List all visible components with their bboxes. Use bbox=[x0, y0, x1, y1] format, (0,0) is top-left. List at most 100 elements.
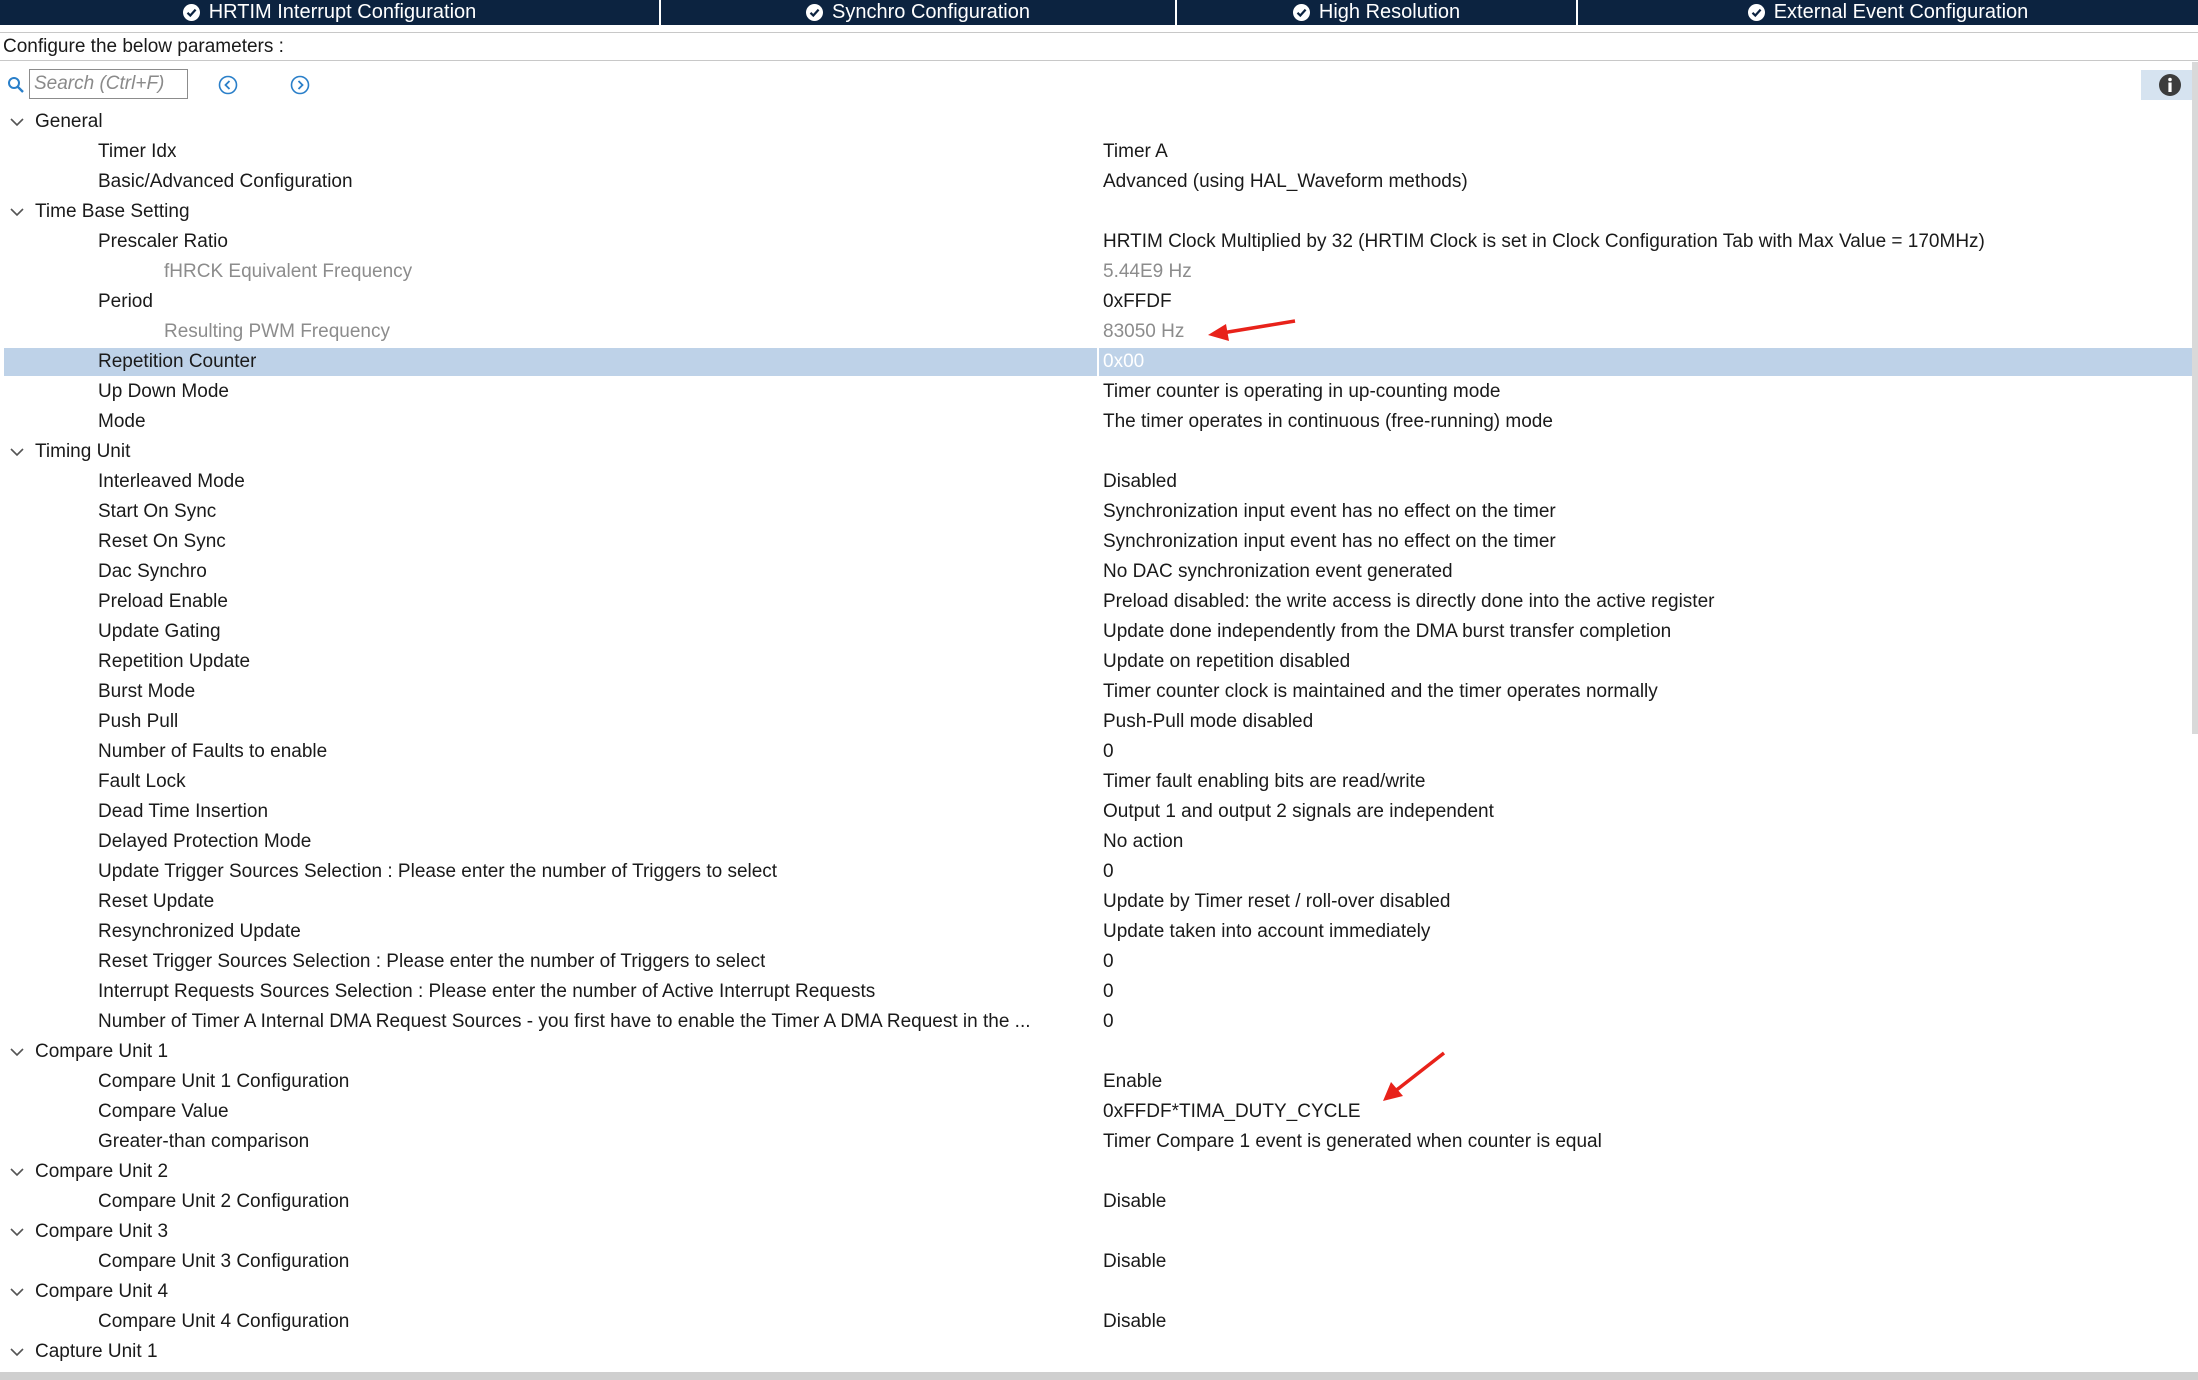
param-value[interactable]: Timer counter is operating in up-countin… bbox=[1103, 377, 1500, 407]
param-row-repetition-update[interactable]: Repetition Update Update on repetition d… bbox=[0, 647, 2198, 677]
param-row-delayed-protection-mode[interactable]: Delayed Protection Mode No action bbox=[0, 827, 2198, 857]
chevron-down-icon[interactable] bbox=[9, 1166, 25, 1178]
param-value[interactable]: Update taken into account immediately bbox=[1103, 917, 1430, 947]
category-compare-unit-1[interactable]: Compare Unit 1 bbox=[0, 1037, 2198, 1067]
param-value[interactable]: Preload disabled: the write access is di… bbox=[1103, 587, 1714, 617]
param-row-dac-synchro[interactable]: Dac Synchro No DAC synchronization event… bbox=[0, 557, 2198, 587]
tab-high-resolution[interactable]: High Resolution bbox=[1177, 0, 1578, 25]
param-row-start-on-sync[interactable]: Start On Sync Synchronization input even… bbox=[0, 497, 2198, 527]
category-capture-unit-1[interactable]: Capture Unit 1 bbox=[0, 1337, 2198, 1367]
param-row-dead-time-insertion[interactable]: Dead Time Insertion Output 1 and output … bbox=[0, 797, 2198, 827]
param-row-timer-idx[interactable]: Timer Idx Timer A bbox=[0, 137, 2198, 167]
param-row-update-trigger-sources[interactable]: Update Trigger Sources Selection : Pleas… bbox=[0, 857, 2198, 887]
param-row-interrupt-requests-sources[interactable]: Interrupt Requests Sources Selection : P… bbox=[0, 977, 2198, 1007]
param-row-interleaved-mode[interactable]: Interleaved Mode Disabled bbox=[0, 467, 2198, 497]
param-row-reset-trigger-sources[interactable]: Reset Trigger Sources Selection : Please… bbox=[0, 947, 2198, 977]
next-result-button[interactable] bbox=[289, 74, 311, 96]
param-value[interactable]: Disable bbox=[1103, 1307, 1166, 1337]
param-row-period[interactable]: Period 0xFFDF bbox=[0, 287, 2198, 317]
param-row-compare-value[interactable]: Compare Value 0xFFDF*TIMA_DUTY_CYCLE bbox=[0, 1097, 2198, 1127]
chevron-down-icon[interactable] bbox=[9, 1046, 25, 1058]
param-value[interactable]: Disabled bbox=[1103, 467, 1177, 497]
param-value[interactable]: Output 1 and output 2 signals are indepe… bbox=[1103, 797, 1494, 827]
param-row-number-of-faults[interactable]: Number of Faults to enable 0 bbox=[0, 737, 2198, 767]
param-value[interactable]: Advanced (using HAL_Waveform methods) bbox=[1103, 167, 1468, 197]
vertical-scrollbar[interactable] bbox=[2192, 62, 2198, 734]
param-value[interactable]: The timer operates in continuous (free-r… bbox=[1103, 407, 1553, 437]
param-label: fHRCK Equivalent Frequency bbox=[164, 261, 413, 282]
param-label: Mode bbox=[98, 411, 146, 432]
param-value[interactable]: Timer Compare 1 event is generated when … bbox=[1103, 1127, 1602, 1157]
param-row-resynchronized-update[interactable]: Resynchronized Update Update taken into … bbox=[0, 917, 2198, 947]
param-row-burst-mode[interactable]: Burst Mode Timer counter clock is mainta… bbox=[0, 677, 2198, 707]
param-value[interactable]: Timer fault enabling bits are read/write bbox=[1103, 767, 1425, 797]
param-row-up-down-mode[interactable]: Up Down Mode Timer counter is operating … bbox=[0, 377, 2198, 407]
param-value[interactable]: Update by Timer reset / roll-over disabl… bbox=[1103, 887, 1450, 917]
param-label: Compare Unit 3 Configuration bbox=[98, 1251, 350, 1272]
param-row-prescaler-ratio[interactable]: Prescaler Ratio HRTIM Clock Multiplied b… bbox=[0, 227, 2198, 257]
param-row-compare-unit-2-configuration[interactable]: Compare Unit 2 Configuration Disable bbox=[0, 1187, 2198, 1217]
horizontal-scrollbar[interactable] bbox=[0, 1372, 2198, 1380]
param-value[interactable]: Disable bbox=[1103, 1247, 1166, 1277]
category-timing-unit[interactable]: Timing Unit bbox=[0, 437, 2198, 467]
param-value[interactable]: Update done independently from the DMA b… bbox=[1103, 617, 1671, 647]
chevron-down-icon[interactable] bbox=[9, 446, 25, 458]
category-time-base-setting[interactable]: Time Base Setting bbox=[0, 197, 2198, 227]
param-value[interactable]: 0 bbox=[1103, 947, 1114, 977]
param-row-reset-on-sync[interactable]: Reset On Sync Synchronization input even… bbox=[0, 527, 2198, 557]
param-value[interactable]: 0 bbox=[1103, 737, 1114, 767]
param-row-reset-update[interactable]: Reset Update Update by Timer reset / rol… bbox=[0, 887, 2198, 917]
param-row-basic-advanced-configuration[interactable]: Basic/Advanced Configuration Advanced (u… bbox=[0, 167, 2198, 197]
param-row-fault-lock[interactable]: Fault Lock Timer fault enabling bits are… bbox=[0, 767, 2198, 797]
chevron-down-icon[interactable] bbox=[9, 1286, 25, 1298]
chevron-down-icon[interactable] bbox=[9, 1346, 25, 1358]
param-row-mode[interactable]: Mode The timer operates in continuous (f… bbox=[0, 407, 2198, 437]
prev-result-button[interactable] bbox=[217, 74, 239, 96]
check-circle-icon bbox=[1292, 4, 1310, 21]
param-value[interactable]: 0 bbox=[1103, 1007, 1114, 1037]
param-row-compare-unit-4-configuration[interactable]: Compare Unit 4 Configuration Disable bbox=[0, 1307, 2198, 1337]
param-row-compare-unit-1-configuration[interactable]: Compare Unit 1 Configuration Enable bbox=[0, 1067, 2198, 1097]
category-compare-unit-2[interactable]: Compare Unit 2 bbox=[0, 1157, 2198, 1187]
param-value[interactable]: Disable bbox=[1103, 1187, 1166, 1217]
param-value[interactable]: Synchronization input event has no effec… bbox=[1103, 497, 1556, 527]
param-value[interactable]: 0xFFDF*TIMA_DUTY_CYCLE bbox=[1103, 1097, 1361, 1127]
category-general[interactable]: General bbox=[0, 107, 2198, 137]
param-value[interactable]: Timer counter clock is maintained and th… bbox=[1103, 677, 1658, 707]
param-row-greater-than-comparison[interactable]: Greater-than comparison Timer Compare 1 … bbox=[0, 1127, 2198, 1157]
tab-synchro-configuration[interactable]: Synchro Configuration bbox=[661, 0, 1177, 25]
param-label: Push Pull bbox=[98, 711, 179, 732]
param-value[interactable]: 0 bbox=[1103, 977, 1114, 1007]
param-label: Dac Synchro bbox=[98, 561, 207, 582]
param-row-compare-unit-3-configuration[interactable]: Compare Unit 3 Configuration Disable bbox=[0, 1247, 2198, 1277]
category-compare-unit-4[interactable]: Compare Unit 4 bbox=[0, 1277, 2198, 1307]
param-value[interactable]: Timer A bbox=[1103, 137, 1168, 167]
param-label: Repetition Update bbox=[98, 651, 251, 672]
tab-hrtim-interrupt-configuration[interactable]: HRTIM Interrupt Configuration bbox=[0, 0, 661, 25]
param-value[interactable]: 0xFFDF bbox=[1103, 287, 1172, 317]
param-value[interactable]: 0 bbox=[1103, 857, 1114, 887]
param-label: Compare Unit 1 Configuration bbox=[98, 1071, 350, 1092]
param-row-push-pull[interactable]: Push Pull Push-Pull mode disabled bbox=[0, 707, 2198, 737]
param-value[interactable]: Update on repetition disabled bbox=[1103, 647, 1350, 677]
param-row-repetition-counter[interactable]: Repetition Counter 0x00 bbox=[0, 347, 2198, 377]
param-label: Dead Time Insertion bbox=[98, 801, 269, 822]
search-input[interactable] bbox=[29, 69, 188, 99]
info-button[interactable] bbox=[2141, 70, 2198, 100]
category-compare-unit-3[interactable]: Compare Unit 3 bbox=[0, 1217, 2198, 1247]
chevron-down-icon[interactable] bbox=[9, 206, 25, 218]
param-value[interactable]: 0x00 bbox=[1103, 347, 1144, 377]
tab-external-event-configuration[interactable]: External Event Configuration bbox=[1578, 0, 2198, 25]
chevron-down-icon[interactable] bbox=[9, 116, 25, 128]
param-value[interactable]: Enable bbox=[1103, 1067, 1162, 1097]
chevron-down-icon[interactable] bbox=[9, 1226, 25, 1238]
param-row-dma-request-sources[interactable]: Number of Timer A Internal DMA Request S… bbox=[0, 1007, 2198, 1037]
param-value[interactable]: No DAC synchronization event generated bbox=[1103, 557, 1453, 587]
param-value[interactable]: Push-Pull mode disabled bbox=[1103, 707, 1313, 737]
param-row-preload-enable[interactable]: Preload Enable Preload disabled: the wri… bbox=[0, 587, 2198, 617]
param-value[interactable]: HRTIM Clock Multiplied by 32 (HRTIM Cloc… bbox=[1103, 227, 1985, 257]
param-row-update-gating[interactable]: Update Gating Update done independently … bbox=[0, 617, 2198, 647]
configure-header: Configure the below parameters : bbox=[0, 32, 2198, 61]
param-value[interactable]: No action bbox=[1103, 827, 1183, 857]
param-value[interactable]: Synchronization input event has no effec… bbox=[1103, 527, 1556, 557]
